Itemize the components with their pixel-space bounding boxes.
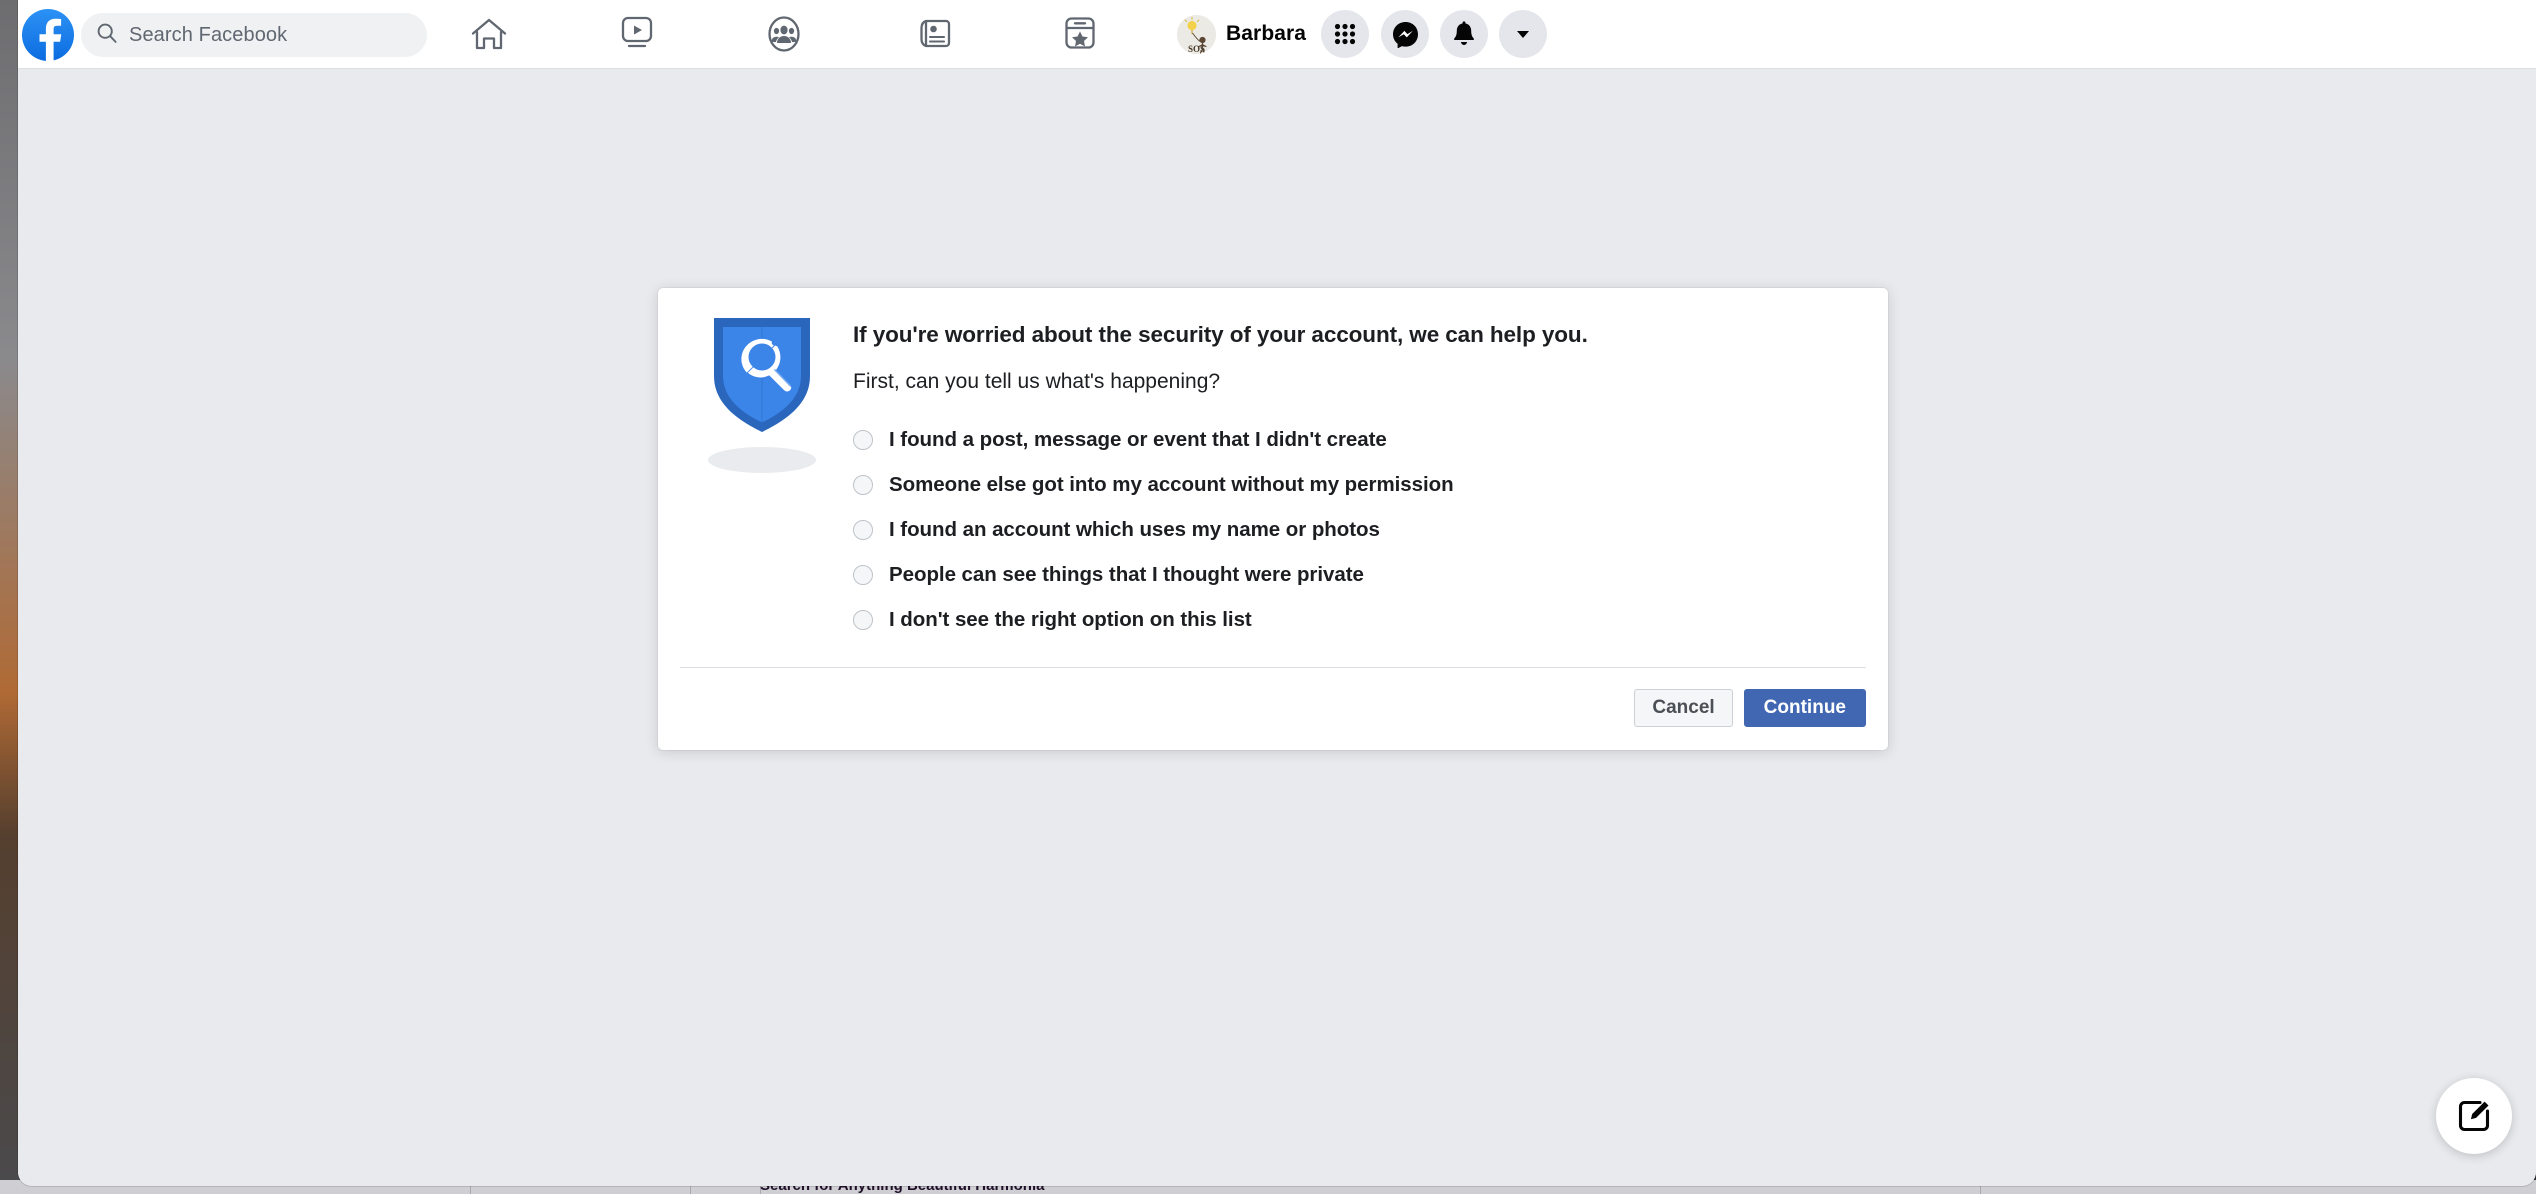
shield-wrench-icon bbox=[688, 312, 836, 473]
radio-button-2[interactable] bbox=[853, 474, 873, 495]
nav-gaming-icon[interactable] bbox=[1052, 8, 1108, 60]
messenger-icon[interactable] bbox=[1381, 10, 1429, 58]
option-row-4[interactable]: People can see things that I thought wer… bbox=[853, 552, 1846, 597]
radio-button-3[interactable] bbox=[853, 519, 873, 540]
nav-watch-icon[interactable] bbox=[609, 8, 665, 60]
facebook-header: Search Facebook SOS Barbara bbox=[18, 0, 2536, 69]
radio-button-5[interactable] bbox=[853, 609, 873, 630]
option-label-5: I don't see the right option on this lis… bbox=[889, 607, 1252, 631]
avatar: SOS bbox=[1177, 14, 1216, 54]
nav-groups-icon[interactable] bbox=[756, 8, 812, 60]
search-placeholder: Search Facebook bbox=[129, 23, 288, 46]
profile-chip[interactable]: SOS Barbara bbox=[1173, 9, 1314, 59]
dialog-actions: Cancel Continue bbox=[658, 668, 1888, 750]
radio-button-4[interactable] bbox=[853, 564, 873, 585]
dialog-title: If you're worried about the security of … bbox=[853, 322, 1588, 347]
compose-button[interactable] bbox=[2436, 1078, 2512, 1154]
svg-text:SOS: SOS bbox=[1188, 44, 1205, 54]
grid-menu-icon[interactable] bbox=[1321, 10, 1369, 58]
profile-name: Barbara bbox=[1226, 22, 1307, 45]
option-row-5[interactable]: I don't see the right option on this lis… bbox=[853, 597, 1846, 642]
page-body: If you're worried about the security of … bbox=[18, 69, 2536, 1186]
option-label-4: People can see things that I thought wer… bbox=[889, 562, 1364, 586]
dialog-subtitle: First, can you tell us what's happening? bbox=[853, 370, 1221, 394]
shield-shadow bbox=[708, 447, 816, 473]
nav-news-icon[interactable] bbox=[906, 8, 962, 60]
cancel-button[interactable]: Cancel bbox=[1634, 689, 1733, 728]
chevron-down-icon[interactable] bbox=[1499, 10, 1547, 58]
option-row-3[interactable]: I found an account which uses my name or… bbox=[853, 507, 1846, 552]
facebook-logo-icon[interactable] bbox=[22, 9, 74, 61]
option-label-1: I found a post, message or event that I … bbox=[889, 427, 1387, 451]
browser-window: Search Facebook SOS Barbara If you're wo… bbox=[18, 0, 2536, 1186]
search-input[interactable]: Search Facebook bbox=[81, 13, 427, 57]
security-dialog: If you're worried about the security of … bbox=[658, 288, 1888, 751]
option-row-2[interactable]: Someone else got into my account without… bbox=[853, 462, 1846, 507]
radio-button-1[interactable] bbox=[853, 429, 873, 450]
option-row-1[interactable]: I found a post, message or event that I … bbox=[853, 417, 1846, 462]
security-options-list: I found a post, message or event that I … bbox=[853, 417, 1846, 642]
nav-home-icon[interactable] bbox=[461, 8, 517, 60]
compose-edit-icon bbox=[2458, 1100, 2490, 1132]
option-label-3: I found an account which uses my name or… bbox=[889, 517, 1380, 541]
option-label-2: Someone else got into my account without… bbox=[889, 472, 1454, 496]
search-icon bbox=[96, 22, 118, 49]
continue-button[interactable]: Continue bbox=[1743, 689, 1866, 728]
bell-icon[interactable] bbox=[1440, 10, 1488, 58]
